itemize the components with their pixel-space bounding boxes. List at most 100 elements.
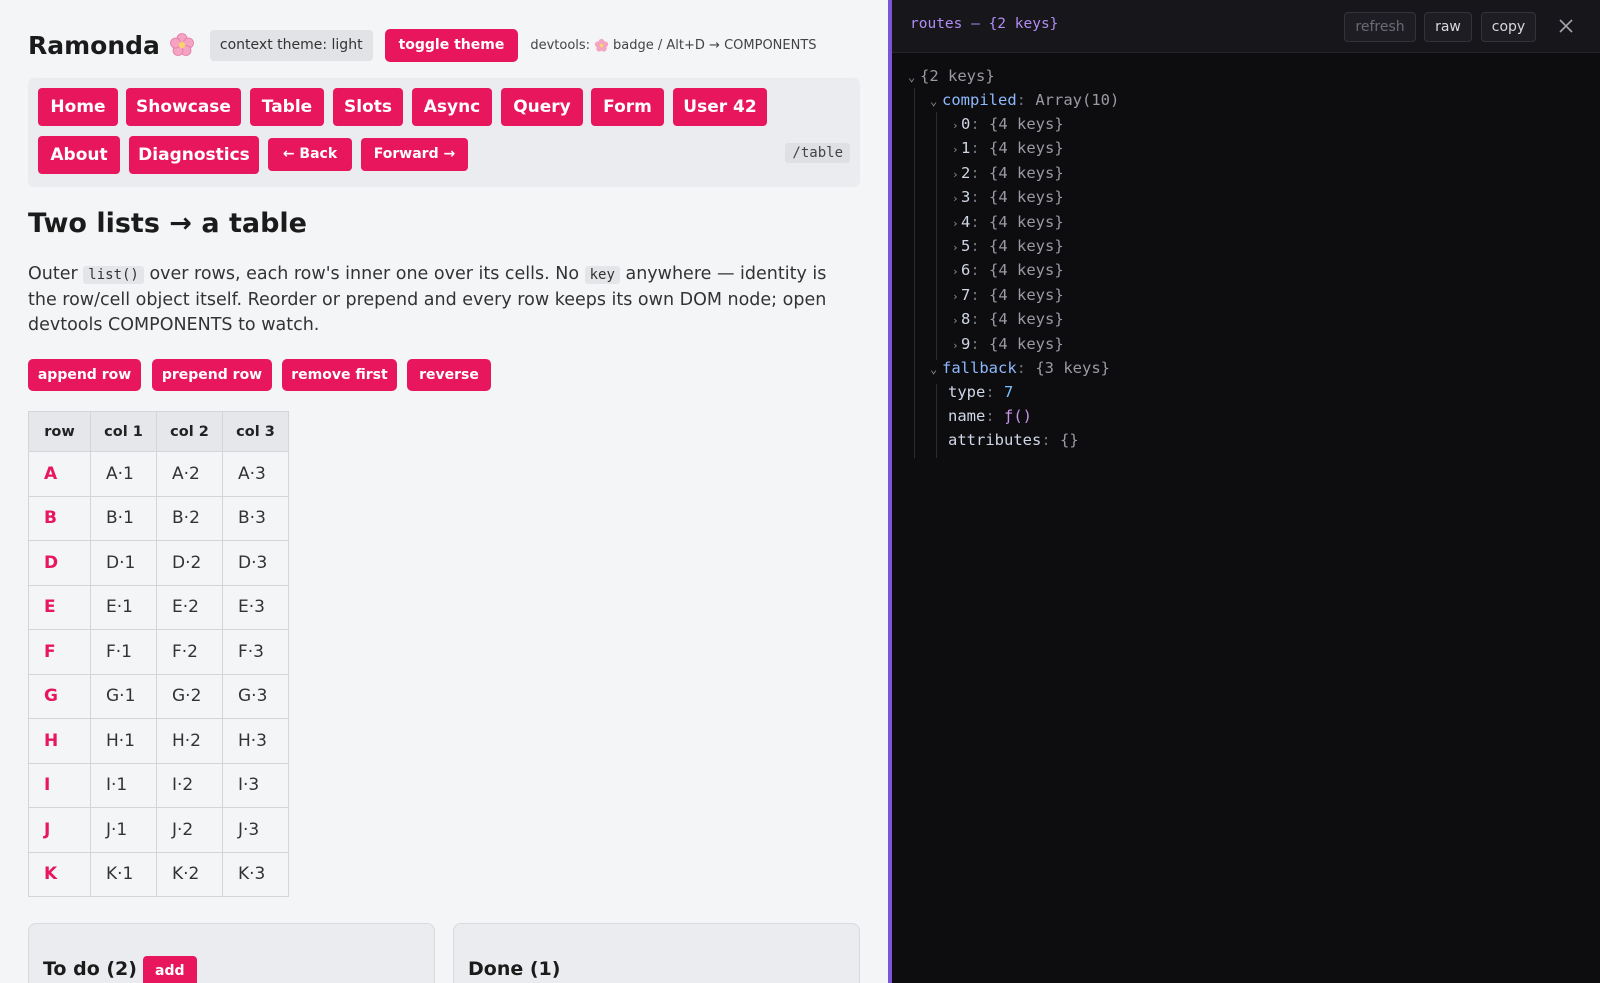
route-path: /table	[785, 143, 850, 163]
table-cell: F·3	[222, 629, 289, 675]
intro-paragraph: Outer list() over rows, each row's inner…	[28, 264, 827, 335]
tree-node-item[interactable]: › 6: {4 keys}	[952, 258, 1064, 282]
table-cell: I·3	[222, 762, 289, 808]
tree-node-item[interactable]: › 3: {4 keys}	[952, 185, 1064, 209]
toggle-theme-button[interactable]: toggle theme	[384, 28, 519, 62]
nav-slots[interactable]: Slots	[333, 88, 403, 126]
nav-bar: Home Showcase Table Slots Async Query Fo…	[28, 78, 860, 187]
table-cell: D·1	[90, 540, 157, 586]
nav-table[interactable]: Table	[250, 88, 324, 126]
chevron-right-icon: ›	[952, 192, 959, 206]
chevron-right-icon: ›	[952, 143, 959, 157]
table-cell: A·2	[156, 451, 223, 497]
tree-prop-name: name: ƒ()	[948, 407, 1032, 425]
row-key-cell: B	[28, 495, 91, 541]
flower-icon	[168, 31, 196, 59]
row-key-cell: F	[28, 629, 91, 675]
add-todo-button[interactable]: add	[143, 956, 197, 983]
chevron-right-icon: ›	[952, 289, 959, 303]
table-cell: J·2	[156, 807, 223, 853]
tree-node-item[interactable]: › 5: {4 keys}	[952, 234, 1064, 258]
nav-async[interactable]: Async	[412, 88, 492, 126]
table-cell: E·2	[156, 584, 223, 630]
table-cell: I·2	[156, 762, 223, 808]
table-cell: B·1	[90, 495, 157, 541]
chevron-right-icon: ›	[952, 216, 959, 230]
devtools-panel: routes — {2 keys} refresh raw copy ⌄ {2 k…	[888, 0, 1600, 983]
tree-node-compiled[interactable]: ⌄ compiled: Array(10)	[930, 88, 1119, 112]
table-cell: K·1	[90, 851, 157, 897]
tree-guide	[936, 384, 937, 458]
row-key-cell: K	[28, 851, 91, 897]
row-key-cell: H	[28, 718, 91, 764]
tree-node-item[interactable]: › 8: {4 keys}	[952, 307, 1064, 331]
tree-guide	[914, 88, 915, 458]
reverse-button[interactable]: reverse	[407, 359, 491, 391]
remove-first-button[interactable]: remove first	[282, 359, 397, 391]
chevron-right-icon: ›	[952, 119, 959, 132]
table-row: H H·1 H·2 H·3	[28, 718, 289, 764]
theme-chip: context theme: light	[209, 29, 373, 61]
chevron-right-icon: ›	[952, 241, 959, 254]
append-row-button[interactable]: append row	[28, 359, 141, 391]
copy-button[interactable]: copy	[1481, 12, 1536, 42]
tree-node-item[interactable]: › 9: {4 keys}	[952, 332, 1064, 356]
nav-showcase[interactable]: Showcase	[126, 88, 241, 126]
table-cell: D·2	[156, 540, 223, 586]
tree-guide	[936, 112, 937, 360]
row-key-cell: A	[28, 451, 91, 497]
chevron-down-icon: ⌄	[930, 94, 938, 108]
page-title: Two lists → a table	[28, 208, 307, 239]
prepend-row-button[interactable]: prepend row	[152, 359, 272, 391]
tree-node-item[interactable]: › 0: {4 keys}	[952, 112, 1064, 136]
table-row: A A·1 A·2 A·3	[28, 451, 289, 497]
table-row: I I·1 I·2 I·3	[28, 762, 289, 808]
nav-diagnostics[interactable]: Diagnostics	[129, 136, 259, 174]
devtools-title: routes — {2 keys}	[910, 16, 1059, 32]
nav-query[interactable]: Query	[501, 88, 583, 126]
table-row: B B·1 B·2 B·3	[28, 495, 289, 541]
table-header-row: row col 1 col 2 col 3	[28, 411, 289, 452]
nav-form[interactable]: Form	[591, 88, 664, 126]
chevron-right-icon: ›	[952, 338, 959, 352]
row-key-cell: I	[28, 762, 91, 808]
back-button[interactable]: ← Back	[268, 138, 352, 171]
chevron-right-icon: ›	[952, 167, 959, 181]
todo-card: To do (2) add	[28, 923, 435, 983]
table-cell: E·3	[222, 584, 289, 630]
flower-icon	[594, 38, 609, 53]
table-row: D D·1 D·2 D·3	[28, 540, 289, 586]
code-key: key	[584, 266, 620, 284]
table-cell: D·3	[222, 540, 289, 586]
tree-node-item[interactable]: › 4: {4 keys}	[952, 210, 1064, 234]
table-cell: A·1	[90, 451, 157, 497]
refresh-button[interactable]: refresh	[1344, 12, 1416, 42]
row-key-cell: E	[28, 584, 91, 630]
tree-node-fallback[interactable]: ⌄ fallback: {3 keys}	[930, 356, 1110, 380]
nav-home[interactable]: Home	[38, 88, 118, 126]
table-cell: K·2	[156, 851, 223, 897]
table-header: col 3	[222, 411, 289, 452]
devtools-hint: devtools: badge / Alt+D → COMPONENTS	[530, 38, 816, 53]
table-header: col 1	[90, 411, 157, 452]
table-cell: B·2	[156, 495, 223, 541]
table-cell: E·1	[90, 584, 157, 630]
devtools-hint-prefix: devtools:	[530, 37, 591, 53]
table-cell: H·1	[90, 718, 157, 764]
close-icon[interactable]	[1556, 16, 1576, 36]
nav-user-42[interactable]: User 42	[673, 88, 767, 126]
tree-node-item[interactable]: › 2: {4 keys}	[952, 161, 1064, 185]
row-key-cell: D	[28, 540, 91, 586]
raw-button[interactable]: raw	[1424, 12, 1472, 42]
tree-node-item[interactable]: › 1: {4 keys}	[952, 136, 1064, 160]
table-header: col 2	[156, 411, 223, 452]
table-row: F F·1 F·2 F·3	[28, 629, 289, 675]
table-row: K K·1 K·2 K·3	[28, 851, 289, 897]
tree-root[interactable]: ⌄ {2 keys}	[908, 64, 995, 88]
tree-node-item[interactable]: › 7: {4 keys}	[952, 283, 1064, 307]
forward-button[interactable]: Forward →	[361, 138, 468, 171]
nav-about[interactable]: About	[38, 136, 120, 174]
done-title: Done (1)	[468, 958, 561, 980]
table-cell: K·3	[222, 851, 289, 897]
table-cell: G·1	[90, 673, 157, 719]
